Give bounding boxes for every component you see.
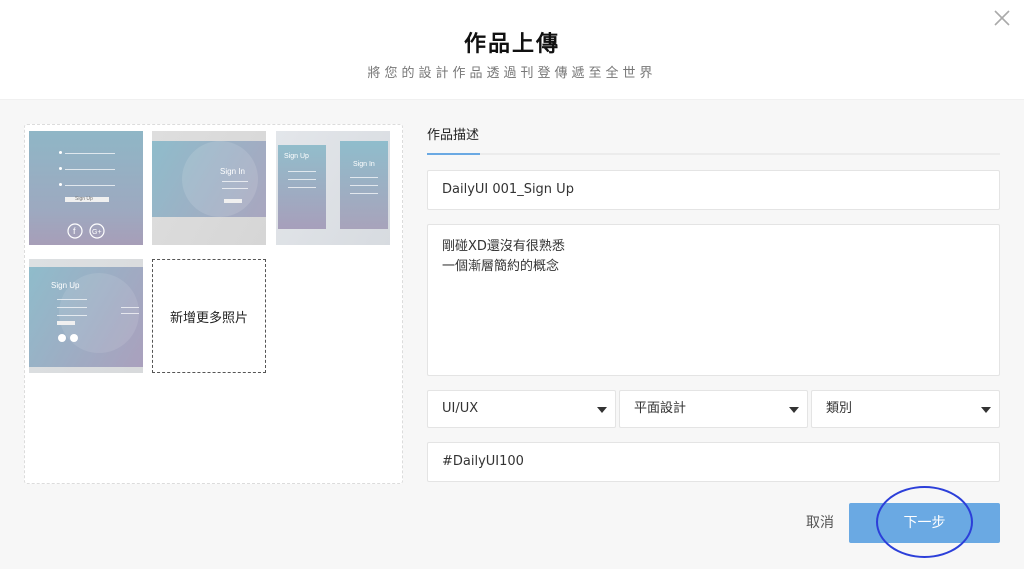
thumbnail-label: Sign Up [51, 281, 80, 290]
tags-input[interactable]: #DailyUI100 [427, 442, 1000, 482]
modal-subtitle: 將您的設計作品透過刊登傳遞至全世界 [367, 66, 657, 81]
type-select-value: 類別 [826, 401, 853, 416]
add-more-photos-button[interactable]: 新增更多照片 [152, 259, 266, 373]
cancel-button[interactable]: 取消 [800, 503, 840, 543]
subcategory-select-value: 平面設計 [634, 401, 687, 416]
thumbnail-2[interactable]: Sign In [152, 131, 266, 245]
next-button[interactable]: 下一步 [849, 503, 1000, 543]
tab-underline-track [427, 153, 1000, 155]
thumbnail-label-right: Sign In [353, 161, 375, 168]
category-select[interactable]: UI/UX [427, 390, 616, 428]
dropdown-arrow-icon [981, 407, 991, 413]
social-icons [58, 334, 78, 342]
category-select-value: UI/UX [442, 401, 479, 416]
svg-text:f: f [73, 226, 76, 236]
subcategory-select[interactable]: 平面設計 [619, 390, 808, 428]
title-input[interactable]: DailyUI 001_Sign Up [427, 170, 1000, 210]
thumbnail-4[interactable]: Sign Up [29, 259, 143, 373]
thumbnail-label: Sign Up [75, 196, 93, 202]
thumbnail-1[interactable]: Sign Up f G+ [29, 131, 143, 245]
modal-header: 作品上傳 將您的設計作品透過刊登傳遞至全世界 [0, 0, 1024, 100]
type-select[interactable]: 類別 [811, 390, 1000, 428]
thumbnail-label-left: Sign Up [284, 153, 309, 160]
dropdown-arrow-icon [597, 407, 607, 413]
thumbnail-3[interactable]: Sign Up Sign In [276, 131, 390, 245]
social-icons: f G+ [67, 223, 105, 239]
modal-title: 作品上傳 [463, 32, 560, 57]
close-icon[interactable] [990, 6, 1014, 30]
thumbnail-label: Sign In [220, 167, 245, 176]
tab-active-indicator [427, 153, 480, 155]
description-textarea[interactable]: 剛碰XD還沒有很熟悉 一個漸層簡約的概念 [427, 224, 1000, 376]
upload-modal: 作品上傳 將您的設計作品透過刊登傳遞至全世界 Sign Up f G+ Sign… [0, 0, 1024, 569]
add-more-label: 新增更多照片 [169, 310, 248, 326]
svg-text:G+: G+ [92, 229, 102, 236]
tab-description[interactable]: 作品描述 [427, 124, 479, 143]
dropdown-arrow-icon [789, 407, 799, 413]
